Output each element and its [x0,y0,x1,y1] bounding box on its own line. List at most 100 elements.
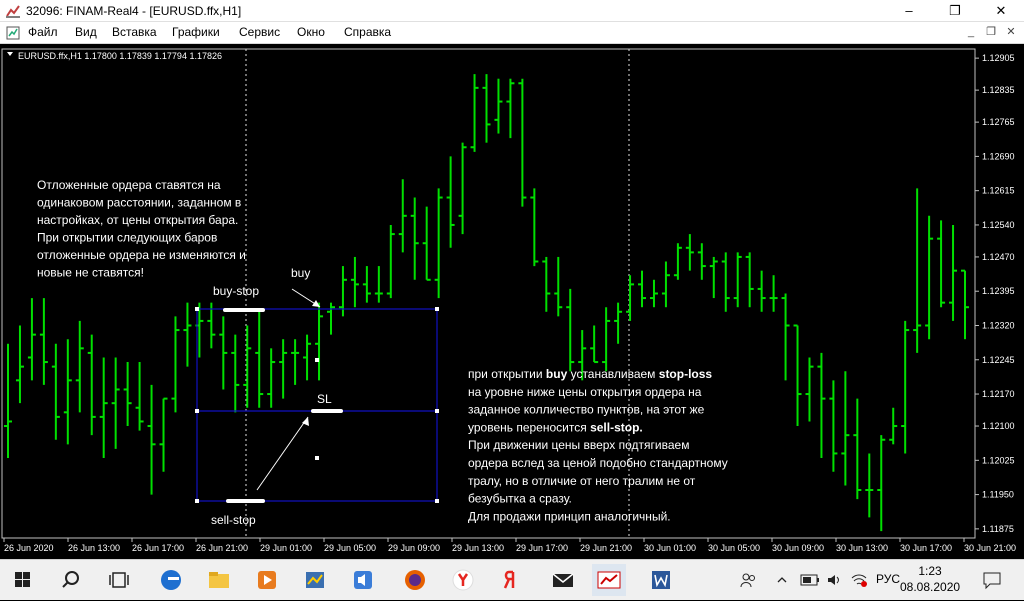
note-text: заданное колличество пунктов, на этот же [468,403,705,417]
time-label: 26 Jun 2020 [4,543,54,553]
search-button[interactable] [54,564,88,596]
edge-browser-icon [161,570,181,590]
time-label: 30 Jun 09:00 [772,543,824,553]
time-label: 29 Jun 09:00 [388,543,440,553]
windows-icon [15,572,30,587]
taskbar-explorer[interactable] [202,564,236,596]
finam-icon [597,571,621,589]
taskbar-yandex-browser[interactable] [446,564,480,596]
yandex-icon [503,570,515,589]
chevron-up-icon[interactable] [776,574,788,586]
note-right-line: заданное колличество пунктов, на этот же [468,403,705,417]
window-maximize-button[interactable]: ❐ [932,0,978,22]
note-right-line: При движении цены вверх подтягиваем [468,438,689,452]
clock-date: 08.08.2020 [900,580,961,594]
price-label: 1.12615 [982,186,1015,196]
note-bold-term: stop-loss [659,367,713,381]
price-label: 1.12540 [982,220,1015,230]
speaker-app-icon [354,571,372,589]
drawing-handle [195,307,199,311]
task-view-icon [109,572,129,588]
drawing-handle [435,307,439,311]
note-text: тралу, но в отличие от него тралим не от [468,474,696,488]
chart-menu-triangle-icon [7,52,13,56]
note-right-line: Для продажи принцип аналогичный. [468,509,671,523]
time-label: 29 Jun 21:00 [580,543,632,553]
menu-insert[interactable]: Вставка [112,25,157,39]
note-left-line: Отложенные ордера ставятся на [37,178,221,192]
chart-window-icon[interactable] [6,26,20,40]
price-label: 1.12470 [982,252,1015,262]
volume-icon[interactable] [826,572,842,588]
taskbar-word[interactable] [644,564,678,596]
price-label: 1.12170 [982,389,1015,399]
time-label: 29 Jun 13:00 [452,543,504,553]
yandex-browser-icon [452,569,474,591]
task-view-button[interactable] [102,564,136,596]
mdi-restore-button[interactable]: ❐ [983,24,999,40]
chart-header: EURUSD.ffx,H1 1.17800 1.17839 1.17794 1.… [18,51,222,61]
menu-help[interactable]: Справка [344,25,391,39]
taskbar-finam-active[interactable] [592,564,626,596]
taskbar-media[interactable] [250,564,284,596]
time-label: 26 Jun 21:00 [196,543,248,553]
mdi-close-button[interactable]: ✕ [1003,24,1019,40]
buy-label: buy [291,266,310,280]
drawing-handle [315,456,319,460]
menu-charts[interactable]: Графики [172,25,220,39]
note-right-line: на уровне ниже цены открытия ордера на [468,385,702,399]
note-right-line: безубытка а сразу. [468,492,572,506]
note-text: Для продажи принцип аналогичный. [468,509,671,523]
mdi-minimize-button[interactable]: _ [963,24,979,40]
menu-view[interactable]: Вид [75,25,97,39]
note-text: ордера вслед за ценой подобно стандартно… [468,456,728,470]
app-icon [306,572,324,588]
note-left-line: новые не ставятся! [37,266,144,280]
note-text: устанавливаем [567,367,659,381]
start-button[interactable] [6,564,40,596]
network-icon[interactable] [850,572,868,588]
price-label: 1.12100 [982,421,1015,431]
drawing-handle [195,409,199,413]
note-text: при открытии [468,367,546,381]
menu-file[interactable]: Файл [28,25,58,39]
app-icon [6,5,20,18]
menu-window[interactable]: Окно [297,25,325,39]
note-bold-term: sell-stop. [590,420,643,434]
price-label: 1.11950 [982,490,1014,500]
window-minimize-button[interactable]: – [886,0,932,22]
note-text: на уровне ниже цены открытия ордера на [468,385,702,399]
time-label: 26 Jun 17:00 [132,543,184,553]
taskbar-sound[interactable] [346,564,380,596]
notification-icon[interactable] [982,570,1002,590]
window-title: 32096: FINAM-Real4 - [EURUSD.ffx,H1] [26,4,242,18]
window-close-button[interactable]: ✕ [978,0,1024,22]
drawing-handle [435,499,439,503]
buy-stop-label: buy-stop [213,284,259,298]
time-label: 26 Jun 13:00 [68,543,120,553]
taskbar-firefox[interactable] [398,564,432,596]
menu-bar: Файл Вид Вставка Графики Сервис Окно Спр… [0,22,1024,44]
word-icon [652,571,670,589]
note-text: уровень переносится [468,420,590,434]
battery-icon[interactable] [800,573,820,587]
price-chart[interactable]: 1.12905 1.12835 1.12765 1.12690 1.12615 1.125… [0,45,1024,558]
taskbar-app[interactable] [298,564,332,596]
price-label: 1.12320 [982,320,1015,330]
input-language[interactable]: РУС [876,572,900,586]
drawing-handle [435,409,439,413]
menu-tools[interactable]: Сервис [239,25,280,39]
taskbar-mail[interactable] [546,564,580,596]
taskbar-edge[interactable] [154,564,188,596]
system-clock[interactable]: 1:23 08.08.2020 [900,563,960,595]
time-label: 30 Jun 01:00 [644,543,696,553]
price-label: 1.12835 [982,85,1015,95]
note-left-line: При открытии следующих баров [37,231,217,245]
time-label: 29 Jun 05:00 [324,543,376,553]
time-label: 30 Jun 21:00 [964,543,1016,553]
note-right-line: ордера вслед за ценой подобно стандартно… [468,456,728,470]
people-icon[interactable] [740,572,758,588]
chart-window[interactable]: 1.12905 1.12835 1.12765 1.12690 1.12615 1.125… [0,45,1024,558]
time-label: 30 Jun 05:00 [708,543,760,553]
taskbar-yandex[interactable] [494,564,528,596]
